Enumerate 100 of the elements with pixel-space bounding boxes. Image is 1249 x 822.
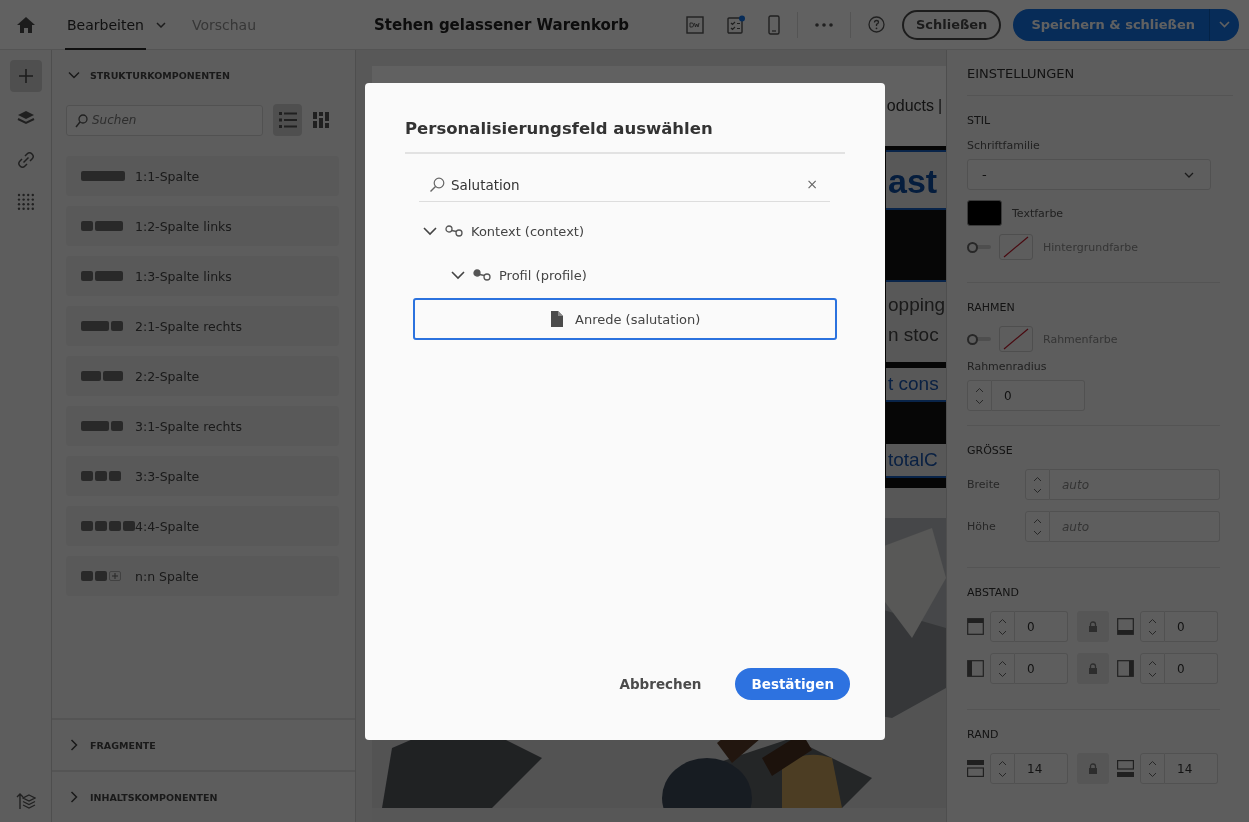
- structure-component[interactable]: 1:3-Spalte links: [66, 256, 339, 296]
- toggle-switch[interactable]: [967, 333, 991, 345]
- save-menu-button[interactable]: [1209, 8, 1239, 41]
- bottom-padding-icon: [1117, 618, 1134, 635]
- stepper-icon: [998, 658, 1007, 679]
- stepper-button[interactable]: [990, 753, 1015, 784]
- dot-grid-icon: [16, 193, 35, 211]
- stepper-icon: [1148, 758, 1157, 779]
- stepper-icon: [1033, 516, 1042, 537]
- no-color-swatch[interactable]: [999, 234, 1033, 260]
- relation-icon: [473, 269, 491, 281]
- tree-item[interactable]: Anrede (salutation): [413, 298, 837, 340]
- chevron-right-icon: [68, 791, 80, 803]
- stepper-icon: [975, 385, 984, 406]
- layers-icon: [16, 110, 35, 126]
- number-field[interactable]: 0: [1165, 611, 1218, 642]
- top-padding-icon: [967, 618, 984, 635]
- lock-button[interactable]: [1077, 611, 1109, 642]
- help-icon[interactable]: [867, 16, 885, 33]
- number-field[interactable]: 0: [992, 380, 1085, 411]
- layers-sort-icon[interactable]: [15, 792, 36, 810]
- confirm-button[interactable]: Bestätigen: [735, 668, 850, 700]
- document-title: Stehen gelassener Warenkorb: [374, 15, 629, 34]
- field-label: Textfarbe: [1012, 206, 1064, 220]
- stepper-button[interactable]: [1140, 653, 1165, 684]
- stepper-button[interactable]: [1140, 611, 1165, 642]
- structure-component[interactable]: n:n Spalte: [66, 556, 339, 596]
- number-field[interactable]: 0: [1165, 653, 1218, 684]
- stepper-icon: [1148, 658, 1157, 679]
- text-color-swatch[interactable]: [967, 200, 1002, 226]
- section-heading: STIL: [967, 114, 992, 127]
- chevron-down-icon: [1184, 171, 1194, 178]
- section-header[interactable]: FRAGMENTE: [52, 718, 355, 770]
- list-icon: [278, 112, 297, 128]
- tree-item[interactable]: Kontext (context): [413, 210, 837, 252]
- lock-button[interactable]: [1077, 753, 1109, 784]
- chevron-down-icon: [423, 226, 437, 236]
- section-heading: RAND: [967, 728, 1000, 741]
- field-label: Schriftfamilie: [967, 139, 1041, 152]
- cancel-button[interactable]: Abbrechen: [613, 675, 708, 693]
- font-family-dropdown[interactable]: -: [967, 159, 1211, 190]
- link-banner: t cons: [886, 368, 946, 402]
- stepper-button[interactable]: [990, 611, 1015, 642]
- save-and-close-button[interactable]: Speichern & schließen: [1013, 8, 1209, 41]
- headline-banner: ast: [886, 150, 946, 210]
- lock-icon: [1088, 663, 1098, 674]
- lock-icon: [1088, 621, 1098, 632]
- link-banner: totalC: [886, 444, 946, 478]
- number-field[interactable]: 14: [1015, 753, 1068, 784]
- right-padding-icon: [1117, 660, 1134, 677]
- close-button[interactable]: Schließen: [901, 9, 1002, 40]
- relation-icon: [445, 225, 463, 237]
- section-header[interactable]: INHALTSKOMPONENTEN: [52, 770, 355, 822]
- number-field[interactable]: 0: [1015, 611, 1068, 642]
- more-icon[interactable]: [814, 22, 833, 27]
- stepper-button[interactable]: [1140, 753, 1165, 784]
- home-icon[interactable]: [17, 16, 35, 33]
- clear-button[interactable]: ×: [806, 176, 818, 192]
- panel-title: EINSTELLUNGEN: [967, 50, 1233, 96]
- chevron-down-icon[interactable]: [155, 21, 166, 28]
- structure-component[interactable]: 2:1-Spalte rechts: [66, 306, 339, 346]
- lock-button[interactable]: [1077, 653, 1109, 684]
- stepper-icon: [998, 758, 1007, 779]
- structure-component[interactable]: 4:4-Spalte: [66, 506, 339, 546]
- stepper-icon: [1033, 474, 1042, 495]
- chevron-down-icon: [68, 69, 80, 81]
- structure-component[interactable]: 3:3-Spalte: [66, 456, 339, 496]
- search-icon: [75, 113, 88, 128]
- structure-component[interactable]: 1:1-Spalte: [66, 156, 339, 196]
- stepper-icon: [998, 616, 1007, 637]
- stepper-button[interactable]: [1025, 511, 1050, 542]
- structure-component[interactable]: 2:2-Spalte: [66, 356, 339, 396]
- section-header[interactable]: STRUKTURKOMPONENTEN: [52, 50, 355, 100]
- stepper-button[interactable]: [967, 380, 992, 411]
- stepper-icon: [1148, 616, 1157, 637]
- toggle-switch[interactable]: [967, 241, 991, 253]
- no-color-swatch[interactable]: [999, 326, 1033, 352]
- stepper-button[interactable]: [1025, 469, 1050, 500]
- dreamweaver-icon[interactable]: [685, 15, 704, 34]
- tree-item[interactable]: Profil (profile): [413, 254, 837, 296]
- stepper-button[interactable]: [990, 653, 1015, 684]
- chevron-down-icon: [1219, 21, 1230, 28]
- structure-component[interactable]: 1:2-Spalte links: [66, 206, 339, 246]
- grid-icon: [312, 112, 329, 128]
- number-field[interactable]: 0: [1015, 653, 1068, 684]
- structure-component[interactable]: 3:1-Spalte rechts: [66, 406, 339, 446]
- dialog-title: Personalisierungsfeld auswählen: [405, 119, 845, 154]
- number-field[interactable]: 14: [1165, 753, 1218, 784]
- section-heading: RAHMEN: [967, 301, 1016, 314]
- slash-icon: [1002, 327, 1030, 351]
- link-icon: [16, 151, 35, 169]
- top-margin-icon: [967, 760, 984, 777]
- bottom-margin-icon: [1117, 760, 1134, 777]
- rail-button[interactable]: [9, 60, 42, 92]
- column-layout-icon: [81, 521, 135, 531]
- nav-separator: |: [938, 97, 944, 115]
- checklist-icon[interactable]: [725, 14, 746, 35]
- field-label: Rahmenradius: [967, 360, 1048, 373]
- phone-icon[interactable]: [767, 14, 780, 35]
- list-view-button[interactable]: [273, 104, 302, 136]
